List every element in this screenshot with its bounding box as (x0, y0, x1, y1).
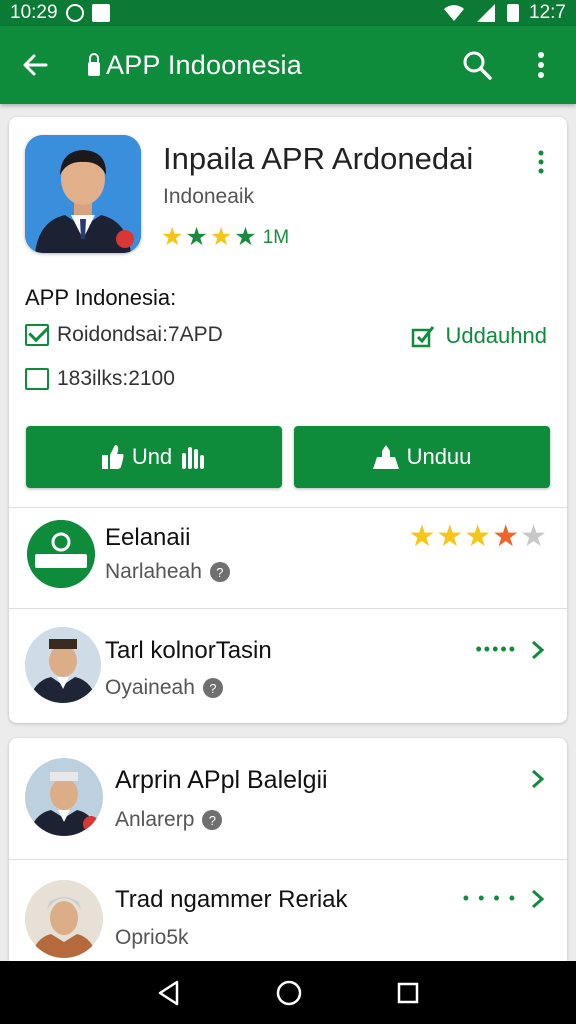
list-item-subtitle-text: Anlarerp (115, 808, 195, 831)
overflow-menu-icon (538, 52, 544, 78)
overflow-menu-button[interactable] (524, 48, 558, 82)
nav-home-icon[interactable] (276, 980, 302, 1006)
detail-item-2-label: 183ilks:2100 (57, 367, 175, 390)
location-pin-icon: ? (209, 562, 230, 582)
card-overflow-icon[interactable] (531, 147, 551, 177)
dots-indicator-icon: • • • • (462, 888, 517, 908)
app-detail-card: Inpaila APR Ardonedai Indoneaik ★ ★ ★ ★ … (9, 117, 567, 723)
dots-indicator-icon: ••••• (475, 639, 517, 659)
star-icon: ★ (436, 520, 464, 553)
system-nav-bar (0, 961, 576, 1024)
download-link-label: Uddauhnd (445, 323, 547, 348)
back-arrow-icon (23, 54, 48, 76)
person-avatar-icon (25, 758, 103, 836)
download-link[interactable]: Uddauhnd (411, 323, 547, 349)
list-item-title: Eelanaii (105, 524, 191, 551)
app-icon-avatar[interactable] (25, 135, 141, 253)
badge-logo-icon (27, 520, 95, 588)
location-pin-icon: ? (202, 810, 223, 830)
back-button[interactable] (18, 48, 52, 82)
notification-icon (65, 4, 84, 22)
detail-item-2[interactable]: 183ilks:2100 (25, 367, 175, 391)
search-button[interactable] (460, 48, 494, 82)
list-item-subtitle: Oyaineah ? (105, 676, 223, 700)
status-time: 10:29 (10, 2, 58, 23)
app-rating: ★ ★ ★ ★ 1M (161, 225, 289, 250)
detail-item-1[interactable]: Roidondsai:7APD (25, 323, 223, 347)
star-icon: ★ (492, 520, 520, 553)
wifi-icon (444, 5, 465, 21)
star-empty-icon: ★ (520, 520, 547, 553)
list-item-subtitle: Oprio5k (115, 926, 189, 950)
person-portrait-icon (25, 135, 141, 253)
chevron-right-icon[interactable] (527, 639, 549, 661)
star-icon: ★ (464, 520, 492, 553)
user-up-icon (372, 445, 399, 469)
status-bar: 10:29 12:7 (0, 0, 576, 26)
primary-action-button[interactable]: Und (26, 426, 282, 488)
search-icon (463, 51, 492, 80)
nav-back-icon[interactable] (157, 980, 181, 1006)
list-item[interactable]: Arprin APpl Balelgii Anlarerp ? (9, 738, 567, 859)
hand-icon (182, 447, 205, 469)
list-card: Arprin APpl Balelgii Anlarerp ? Trad nga… (9, 738, 567, 978)
list-item-subtitle-text: Narlaheah (105, 560, 202, 583)
list-item-subtitle-text: Oyaineah (105, 676, 195, 699)
star-rating: ★ ★ ★ ★ ★ (408, 522, 547, 552)
app-developer: Indoneaik (163, 185, 255, 208)
list-item-title: Trad ngammer Reriak (115, 886, 348, 913)
list-item-subtitle: Anlarerp ? (115, 808, 223, 832)
secondary-action-label: Unduu (406, 444, 472, 469)
secondary-action-button[interactable]: Unduu (294, 426, 550, 488)
app-name: Inpaila APR Ardonedai (163, 141, 474, 176)
nav-recents-icon[interactable] (397, 982, 419, 1004)
list-item-title: Arprin APpl Balelgii (115, 766, 328, 794)
app-bar: APP Indoonesia (0, 26, 576, 104)
detail-item-1-label: Roidondsai:7APD (57, 323, 223, 346)
star-icon: ★ (185, 223, 208, 251)
list-item-subtitle-text: Oprio5k (115, 926, 189, 949)
signal-icon (477, 4, 496, 22)
app-notification-icon (91, 4, 110, 22)
rating-count: 1M (262, 226, 290, 248)
list-item[interactable]: Eelanaii Narlaheah ? ★ ★ ★ ★ ★ (9, 507, 567, 608)
section-title: APP Indonesia: (25, 285, 177, 310)
battery-icon (507, 4, 520, 22)
list-item-subtitle: Narlaheah ? (105, 560, 230, 584)
person-avatar-icon (25, 880, 103, 958)
page-title: APP Indoonesia (106, 49, 302, 80)
checkbox-icon[interactable] (25, 368, 49, 390)
list-item-title: Tarl kolnorTasin (105, 637, 272, 664)
checkbox-checked-icon[interactable] (25, 324, 49, 346)
star-icon: ★ (408, 520, 436, 553)
edit-check-icon (412, 326, 435, 348)
status-clock: 12:7 (529, 2, 566, 23)
star-icon: ★ (161, 223, 184, 251)
location-pin-icon: ? (202, 678, 223, 698)
lock-icon (88, 53, 100, 76)
list-item[interactable]: Tarl kolnorTasin Oyaineah ? ••••• (9, 608, 567, 723)
star-icon: ★ (209, 223, 233, 251)
primary-action-label: Und (131, 444, 173, 469)
person-avatar-icon (25, 627, 101, 703)
chevron-right-icon[interactable] (527, 888, 549, 910)
thumbs-up-icon (101, 445, 124, 469)
chevron-right-icon[interactable] (527, 768, 549, 790)
star-icon: ★ (234, 223, 257, 251)
